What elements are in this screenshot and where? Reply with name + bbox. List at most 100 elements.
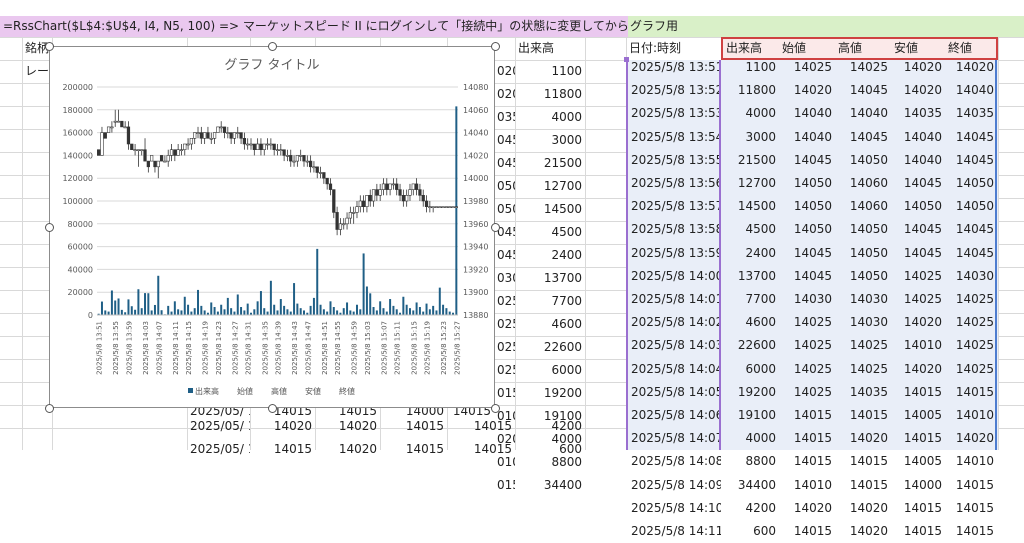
left-cell-volume[interactable]: 19200 [515, 382, 585, 405]
resize-handle[interactable] [44, 222, 54, 232]
table-cell-low[interactable]: 14015 [891, 497, 945, 520]
table-cell-volume[interactable]: 34400 [723, 474, 779, 497]
volume-bar [445, 308, 448, 315]
left-cell-volume[interactable]: 11800 [515, 83, 585, 106]
left-cell-fragment[interactable]: 025 [494, 359, 515, 382]
candle-body [365, 195, 369, 208]
table-cell-low[interactable]: 14015 [891, 520, 945, 543]
left-cell-volume[interactable]: 6000 [515, 359, 585, 382]
left-cell-volume[interactable]: 13700 [515, 267, 585, 290]
column-gridline [585, 37, 586, 450]
volume-bar [296, 303, 299, 315]
table-cell-close[interactable]: 14010 [945, 450, 997, 473]
table-cell-low[interactable]: 14000 [891, 474, 945, 497]
table-cell-high[interactable]: 14015 [835, 474, 891, 497]
left-cell-volume[interactable]: 4200 [515, 415, 585, 438]
left-cell-fragment[interactable]: 050 [494, 175, 515, 198]
volume-bar [183, 296, 186, 315]
left-cell-fragment[interactable]: 045 [494, 244, 515, 267]
left-cell-volume[interactable]: 12700 [515, 175, 585, 198]
table-cell-time[interactable]: 2025/5/8 14:10 [628, 497, 721, 520]
chart-object[interactable]: グラフ タイトル 0 20000 40000 60000 80000 100000 12000… [49, 46, 495, 408]
left-cell-fragment[interactable]: 045 [494, 152, 515, 175]
resize-handle[interactable] [490, 222, 500, 232]
table-cell-time[interactable]: 2025/5/8 14:11 [628, 520, 721, 543]
x-tick-label: 2025/5/8 14:55 [334, 321, 342, 375]
left-cell-volume[interactable]: 21500 [515, 152, 585, 175]
left-cell-fragment[interactable]: 015 [494, 382, 515, 405]
spreadsheet[interactable]: =RssChart($L$4:$U$4, I4, N5, 100) => マーケ… [0, 0, 1024, 538]
left-cell-volume[interactable]: 14500 [515, 198, 585, 221]
candle-body [325, 177, 329, 185]
left-cell-fragment[interactable]: 025 [494, 290, 515, 313]
table-cell-high[interactable]: 14020 [835, 497, 891, 520]
candle-body [328, 183, 333, 190]
left-cell-volume[interactable]: 4600 [515, 313, 585, 336]
formula-cell[interactable]: =RssChart($L$4:$U$4, I4, N5, 100) => マーケ… [0, 16, 628, 37]
left-cell-fragment[interactable]: 025 [494, 313, 515, 336]
graph-label-cell[interactable]: グラフ用 [628, 16, 1024, 37]
y-right-tick-label: 14080 [463, 83, 488, 92]
table-cell-close[interactable]: 14015 [945, 474, 997, 497]
left-cell-time[interactable]: 2025/05/ 14:10 [187, 415, 250, 438]
left-cell-fragment[interactable]: 015 [494, 474, 515, 497]
left-cell-volume[interactable]: 2400 [515, 244, 585, 267]
candle-body [418, 189, 422, 196]
table-cell-close[interactable]: 14015 [945, 520, 997, 543]
left-cell-open[interactable]: 14020 [250, 415, 315, 438]
left-cell-volume[interactable]: 4000 [515, 106, 585, 129]
volume-bar [425, 303, 428, 315]
table-cell-high[interactable]: 14015 [835, 450, 891, 473]
candle-body [385, 183, 389, 190]
volume-bar [110, 290, 113, 315]
left-cell-high[interactable]: 14020 [315, 415, 380, 438]
left-cell-low[interactable]: 14015 [380, 415, 447, 438]
table-cell-volume[interactable]: 4200 [723, 497, 779, 520]
resize-handle[interactable] [267, 41, 277, 51]
resize-handle[interactable] [267, 403, 277, 413]
left-cell-volume[interactable]: 34400 [515, 474, 585, 497]
volume-bar [435, 310, 438, 315]
left-cell-fragment[interactable]: 025 [494, 336, 515, 359]
table-cell-high[interactable]: 14020 [835, 520, 891, 543]
candle-body [335, 212, 339, 230]
table-cell-open[interactable]: 14015 [779, 450, 835, 473]
table-cell-open[interactable]: 14015 [779, 520, 835, 543]
left-header-volume[interactable]: 出来高 [515, 37, 585, 60]
left-cell-fragment[interactable]: 045 [494, 129, 515, 152]
candle-body [355, 206, 359, 213]
volume-bar [266, 311, 269, 315]
resize-handle[interactable] [44, 403, 54, 413]
table-cell-volume[interactable]: 600 [723, 520, 779, 543]
table-cell-time[interactable]: 2025/5/8 14:09 [628, 474, 721, 497]
left-cell-volume[interactable]: 22600 [515, 336, 585, 359]
left-row1-fragment[interactable]: レー [22, 60, 52, 83]
left-cell-close[interactable]: 14015 [447, 415, 515, 438]
table-cell-volume[interactable]: 8800 [723, 450, 779, 473]
volume-bar [107, 311, 110, 315]
table-cell-open[interactable]: 14010 [779, 474, 835, 497]
x-tick-label: 2025/5/8 14:35 [261, 321, 269, 375]
left-cell-fragment[interactable]: 020 [494, 83, 515, 106]
volume-bar [200, 305, 203, 315]
candlestick-volume-chart[interactable]: グラフ タイトル 0 20000 40000 60000 80000 100000 12000… [50, 47, 494, 407]
x-tick-label: 2025/5/8 14:51 [321, 321, 329, 375]
table-cell-low[interactable]: 14005 [891, 450, 945, 473]
left-cell-fragment[interactable]: 020 [494, 60, 515, 83]
left-cell-fragment[interactable]: 050 [494, 198, 515, 221]
left-cell-fragment[interactable]: 035 [494, 106, 515, 129]
table-cell-open[interactable]: 14020 [779, 497, 835, 520]
volume-bar [375, 310, 378, 315]
left-cell-volume[interactable]: 1100 [515, 60, 585, 83]
resize-handle[interactable] [490, 403, 500, 413]
left-cell-volume[interactable]: 4500 [515, 221, 585, 244]
x-tick-label: 2025/5/8 15:07 [380, 321, 388, 375]
resize-handle[interactable] [44, 41, 54, 51]
left-cell-fragment[interactable]: 030 [494, 267, 515, 290]
left-cell-volume[interactable]: 7700 [515, 290, 585, 313]
table-cell-close[interactable]: 14015 [945, 497, 997, 520]
left-cell-volume[interactable]: 3000 [515, 129, 585, 152]
resize-handle[interactable] [490, 41, 500, 51]
table-cell-time[interactable]: 2025/5/8 14:08 [628, 450, 721, 473]
volume-bar [269, 280, 272, 315]
